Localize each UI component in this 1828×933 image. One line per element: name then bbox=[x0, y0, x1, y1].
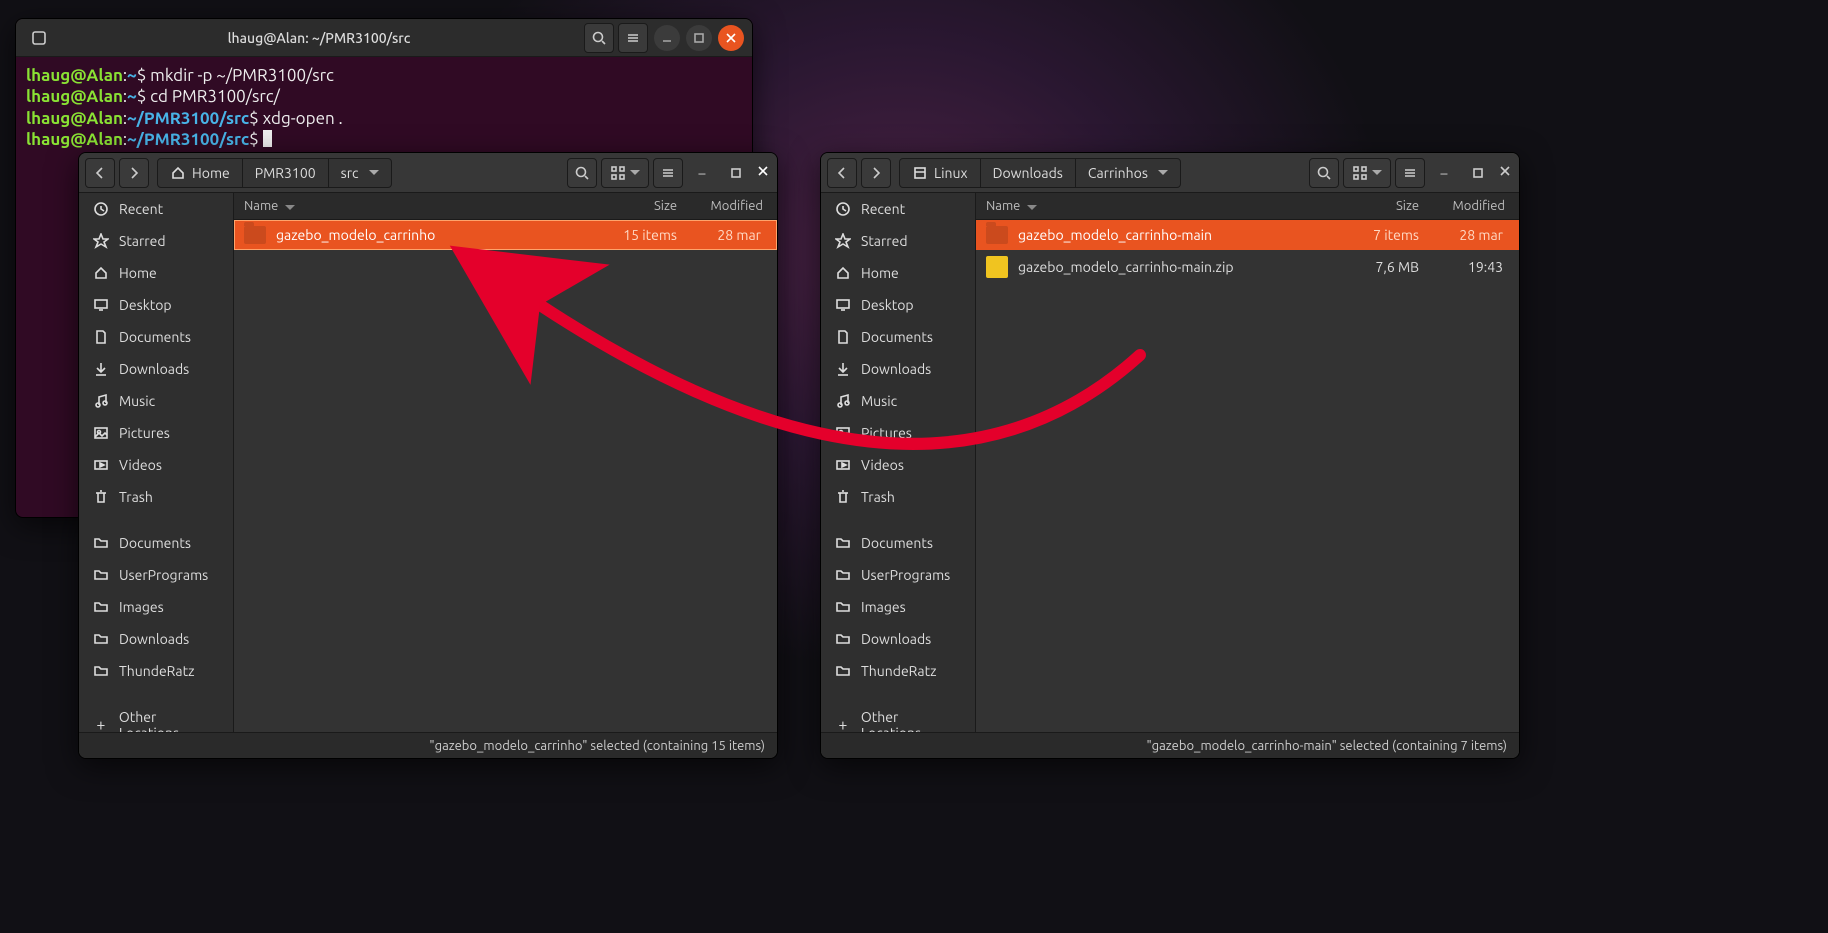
toolbar: Home PMR3100 src – bbox=[79, 153, 777, 193]
path-seg-1[interactable]: Downloads bbox=[981, 159, 1076, 187]
maximize-button[interactable] bbox=[721, 158, 751, 188]
sidebar-bm-downloads[interactable]: Downloads bbox=[821, 623, 975, 655]
sidebar-documents[interactable]: Documents bbox=[821, 321, 975, 353]
sidebar-videos[interactable]: Videos bbox=[821, 449, 975, 481]
sort-indicator-icon bbox=[1027, 205, 1037, 210]
search-button[interactable] bbox=[1309, 158, 1339, 188]
sidebar-bm-images[interactable]: Images bbox=[79, 591, 233, 623]
sidebar-home[interactable]: Home bbox=[79, 257, 233, 289]
sidebar-recent[interactable]: Recent bbox=[821, 193, 975, 225]
terminal-title: lhaug@Alan: ~/PMR3100/src bbox=[54, 30, 584, 46]
sidebar-desktop[interactable]: Desktop bbox=[821, 289, 975, 321]
maximize-button[interactable] bbox=[1463, 158, 1493, 188]
sidebar-other-locations[interactable]: +Other Locations bbox=[79, 701, 233, 732]
search-button[interactable] bbox=[567, 158, 597, 188]
terminal-hamburger-button[interactable] bbox=[618, 23, 648, 53]
sidebar-starred[interactable]: Starred bbox=[821, 225, 975, 257]
nav-forward-button[interactable] bbox=[119, 158, 149, 188]
path-seg-0[interactable]: Linux bbox=[900, 159, 981, 187]
file-row[interactable]: gazebo_modelo_carrinho 15 items 28 mar bbox=[234, 220, 777, 250]
sidebar-music[interactable]: Music bbox=[821, 385, 975, 417]
maximize-button[interactable] bbox=[686, 25, 712, 51]
path-home[interactable]: Home bbox=[158, 159, 243, 187]
sidebar-desktop[interactable]: Desktop bbox=[79, 289, 233, 321]
path-seg-1[interactable]: PMR3100 bbox=[243, 159, 329, 187]
column-header[interactable]: Name Size Modified bbox=[976, 193, 1519, 220]
folder-icon bbox=[986, 226, 1008, 244]
sidebar-trash[interactable]: Trash bbox=[79, 481, 233, 513]
sidebar: Recent Starred Home Desktop Documents Do… bbox=[79, 193, 234, 732]
sidebar-documents[interactable]: Documents bbox=[79, 321, 233, 353]
sidebar-downloads[interactable]: Downloads bbox=[821, 353, 975, 385]
view-switcher[interactable] bbox=[1343, 158, 1391, 188]
path-bar[interactable]: Home PMR3100 src bbox=[157, 158, 392, 188]
file-row[interactable]: gazebo_modelo_carrinho-main.zip 7,6 MB 1… bbox=[976, 250, 1519, 284]
chevron-down-icon bbox=[1158, 170, 1168, 175]
path-seg-2[interactable]: src bbox=[329, 159, 391, 187]
sidebar-trash[interactable]: Trash bbox=[821, 481, 975, 513]
file-manager-left: Home PMR3100 src – Recent Starred Home D… bbox=[78, 152, 778, 759]
terminal-titlebar[interactable]: lhaug@Alan: ~/PMR3100/src bbox=[16, 19, 752, 57]
sidebar-videos[interactable]: Videos bbox=[79, 449, 233, 481]
sidebar-bm-userprograms[interactable]: UserPrograms bbox=[821, 559, 975, 591]
path-bar[interactable]: Linux Downloads Carrinhos bbox=[899, 158, 1181, 188]
close-button[interactable] bbox=[755, 163, 771, 182]
sidebar-pictures[interactable]: Pictures bbox=[821, 417, 975, 449]
sidebar-bm-documents[interactable]: Documents bbox=[821, 527, 975, 559]
sidebar-bm-thunderatz[interactable]: ThundeRatz bbox=[79, 655, 233, 687]
nav-forward-button[interactable] bbox=[861, 158, 891, 188]
hamburger-button[interactable] bbox=[653, 158, 683, 188]
sort-indicator-icon bbox=[285, 205, 295, 210]
sidebar-pictures[interactable]: Pictures bbox=[79, 417, 233, 449]
view-switcher[interactable] bbox=[601, 158, 649, 188]
terminal-output[interactable]: lhaug@Alan:~$ mkdir -p ~/PMR3100/src lha… bbox=[16, 57, 752, 158]
sidebar-bm-userprograms[interactable]: UserPrograms bbox=[79, 559, 233, 591]
hamburger-button[interactable] bbox=[1395, 158, 1425, 188]
minimize-button[interactable]: – bbox=[1429, 158, 1459, 188]
file-row[interactable]: gazebo_modelo_carrinho-main 7 items 28 m… bbox=[976, 220, 1519, 250]
archive-icon bbox=[986, 256, 1008, 278]
terminal-search-button[interactable] bbox=[584, 23, 614, 53]
nav-back-button[interactable] bbox=[827, 158, 857, 188]
file-area[interactable]: Name Size Modified gazebo_modelo_carrinh… bbox=[976, 193, 1519, 732]
column-header[interactable]: Name Size Modified bbox=[234, 193, 777, 220]
sidebar-recent[interactable]: Recent bbox=[79, 193, 233, 225]
toolbar: Linux Downloads Carrinhos – bbox=[821, 153, 1519, 193]
sidebar-starred[interactable]: Starred bbox=[79, 225, 233, 257]
sidebar-downloads[interactable]: Downloads bbox=[79, 353, 233, 385]
path-seg-2[interactable]: Carrinhos bbox=[1076, 159, 1180, 187]
status-bar: "gazebo_modelo_carrinho-main" selected (… bbox=[821, 732, 1519, 758]
close-button[interactable] bbox=[718, 25, 744, 51]
sidebar-bm-documents[interactable]: Documents bbox=[79, 527, 233, 559]
chevron-down-icon bbox=[630, 170, 640, 175]
chevron-down-icon bbox=[369, 170, 379, 175]
sidebar-bm-downloads[interactable]: Downloads bbox=[79, 623, 233, 655]
sidebar-home[interactable]: Home bbox=[821, 257, 975, 289]
sidebar-bm-images[interactable]: Images bbox=[821, 591, 975, 623]
sidebar-bm-thunderatz[interactable]: ThundeRatz bbox=[821, 655, 975, 687]
minimize-button[interactable]: – bbox=[687, 158, 717, 188]
file-area[interactable]: Name Size Modified gazebo_modelo_carrinh… bbox=[234, 193, 777, 732]
terminal-menu-icon[interactable] bbox=[24, 23, 54, 53]
file-manager-right: Linux Downloads Carrinhos – Recent Starr… bbox=[820, 152, 1520, 759]
status-bar: "gazebo_modelo_carrinho" selected (conta… bbox=[79, 732, 777, 758]
chevron-down-icon bbox=[1372, 170, 1382, 175]
sidebar-other-locations[interactable]: +Other Locations bbox=[821, 701, 975, 732]
minimize-button[interactable] bbox=[654, 25, 680, 51]
sidebar-music[interactable]: Music bbox=[79, 385, 233, 417]
sidebar: Recent Starred Home Desktop Documents Do… bbox=[821, 193, 976, 732]
folder-icon bbox=[244, 226, 266, 244]
nav-back-button[interactable] bbox=[85, 158, 115, 188]
close-button[interactable] bbox=[1497, 163, 1513, 182]
